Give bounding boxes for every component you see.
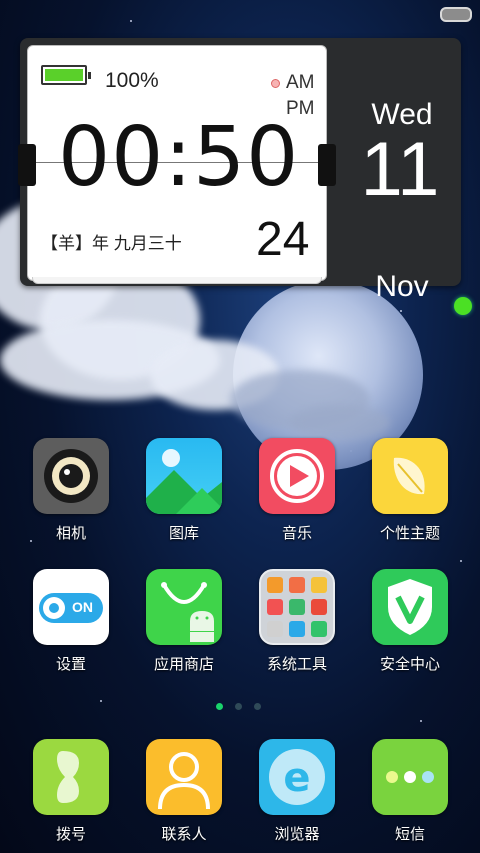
clock-face: 100% AM PM 00:50 【羊】年 九月三十 24 (18, 45, 336, 284)
app-label: 安全中心 (379, 656, 440, 673)
app-settings[interactable]: ON 设置 (26, 569, 116, 674)
battery-icon (41, 65, 91, 85)
app-label: 设置 (55, 656, 86, 673)
folder-system-tools[interactable]: 系统工具 (252, 569, 342, 674)
battery-percent: 100% (105, 69, 159, 92)
page-dot-3[interactable] (254, 703, 261, 710)
lunar-date: 【羊】年 九月三十 (41, 234, 182, 253)
widget-status-dot (454, 297, 472, 315)
app-label: 个性主题 (379, 525, 440, 542)
app-label: 联系人 (161, 826, 207, 843)
app-label: 系统工具 (266, 656, 327, 673)
theme-icon (372, 438, 448, 514)
contacts-icon (146, 739, 222, 815)
dock-contacts[interactable]: 联系人 (139, 739, 229, 844)
app-music[interactable]: 音乐 (252, 438, 342, 543)
dock-browser[interactable]: e 浏览器 (252, 739, 342, 844)
app-gallery[interactable]: 图库 (139, 438, 229, 543)
date-number: 11 (360, 127, 440, 212)
app-theme[interactable]: 个性主题 (365, 438, 455, 543)
system-tools-folder-icon (259, 569, 335, 645)
am-indicator-dot (271, 79, 280, 88)
page-dot-1[interactable] (216, 703, 223, 710)
settings-toggle-text: ON (72, 599, 93, 615)
app-store-icon (146, 569, 222, 645)
battery-status-icon (440, 7, 472, 22)
month: Nov (375, 270, 429, 303)
am-label: AM (286, 72, 315, 93)
app-security-center[interactable]: 安全中心 (365, 569, 455, 674)
clock-widget[interactable]: 100% AM PM 00:50 【羊】年 九月三十 24 Wed 11 Nov (18, 38, 472, 315)
app-label: 浏览器 (274, 826, 320, 843)
app-camera[interactable]: 相机 (26, 438, 116, 543)
svg-text:e: e (283, 755, 310, 801)
page-indicator (216, 703, 266, 711)
music-icon (259, 438, 335, 514)
clock-time: 00:50 (58, 110, 300, 205)
browser-icon: e (259, 739, 335, 815)
day-number: 24 (256, 213, 310, 266)
flip-hinge-left (18, 144, 36, 186)
flip-hinge-right (318, 144, 336, 186)
phone-icon (33, 739, 109, 815)
app-app-store[interactable]: 应用商店 (139, 569, 229, 674)
dock-phone[interactable]: 拨号 (26, 739, 116, 844)
app-label: 短信 (394, 826, 425, 843)
dock-messages[interactable]: 短信 (365, 739, 455, 844)
app-label: 图库 (168, 525, 199, 542)
security-center-icon (372, 569, 448, 645)
camera-icon (33, 438, 109, 514)
app-label: 音乐 (281, 525, 312, 542)
messages-icon (372, 739, 448, 815)
settings-icon: ON (33, 569, 109, 645)
app-label: 相机 (55, 525, 86, 542)
page-dot-2[interactable] (235, 703, 242, 710)
app-label: 拨号 (55, 826, 86, 843)
app-label: 应用商店 (153, 656, 214, 673)
gallery-icon (146, 438, 222, 514)
